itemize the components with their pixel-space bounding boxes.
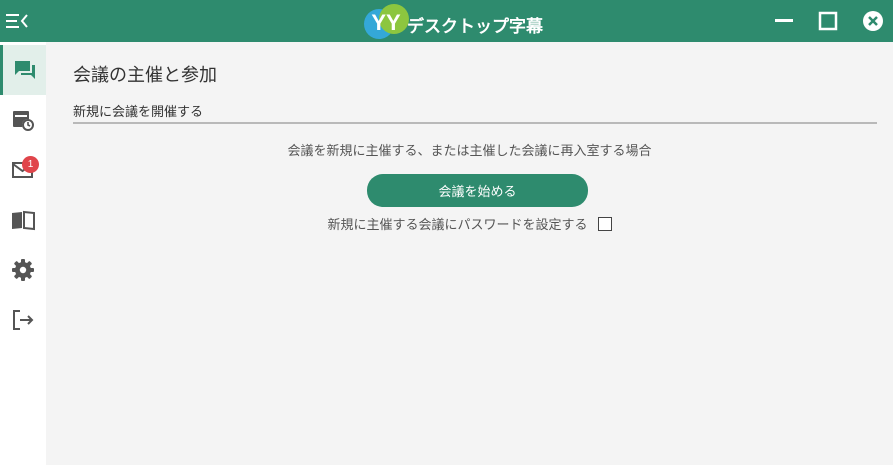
menu-collapse-icon[interactable]	[6, 12, 28, 30]
book-icon	[12, 210, 35, 231]
password-label: 新規に主催する会議にパスワードを設定する	[327, 218, 588, 233]
logout-icon	[13, 310, 34, 330]
gear-icon	[12, 259, 34, 281]
app-title: デスクトップ字幕	[407, 16, 543, 37]
sidebar-item-meetings[interactable]	[0, 45, 46, 95]
tab-new-meeting[interactable]: 新規に会議を開催する	[73, 101, 203, 120]
mail-badge: 1	[22, 156, 39, 173]
chat-icon	[14, 61, 35, 79]
password-option: 新規に主催する会議にパスワードを設定する	[46, 214, 893, 233]
main-content: 会議の主催と参加 新規に会議を開催する 会議を新規に主催する、または主催した会議…	[46, 42, 893, 465]
maximize-icon[interactable]	[815, 8, 841, 34]
calendar-clock-icon	[13, 111, 34, 131]
password-checkbox[interactable]	[597, 216, 612, 231]
close-icon[interactable]	[860, 8, 886, 34]
start-meeting-button[interactable]: 会議を始める	[367, 174, 588, 207]
app-brand: YY デスクトップ字幕	[363, 2, 543, 40]
sidebar-item-history[interactable]	[0, 95, 46, 145]
app-logo-icon: YY	[364, 4, 409, 39]
sidebar: 1	[0, 42, 46, 465]
page-title: 会議の主催と参加	[73, 65, 217, 86]
sidebar-item-manual[interactable]	[0, 195, 46, 245]
sidebar-item-logout[interactable]	[0, 295, 46, 345]
tab-divider	[73, 122, 877, 124]
logo-text: YY	[371, 10, 401, 35]
sidebar-item-mail[interactable]: 1	[0, 145, 46, 195]
description-text: 会議を新規に主催する、または主催した会議に再入室する場合	[287, 144, 652, 159]
minimize-icon[interactable]	[771, 8, 797, 34]
sidebar-item-settings[interactable]	[0, 245, 46, 295]
title-bar: YY デスクトップ字幕	[0, 0, 893, 42]
